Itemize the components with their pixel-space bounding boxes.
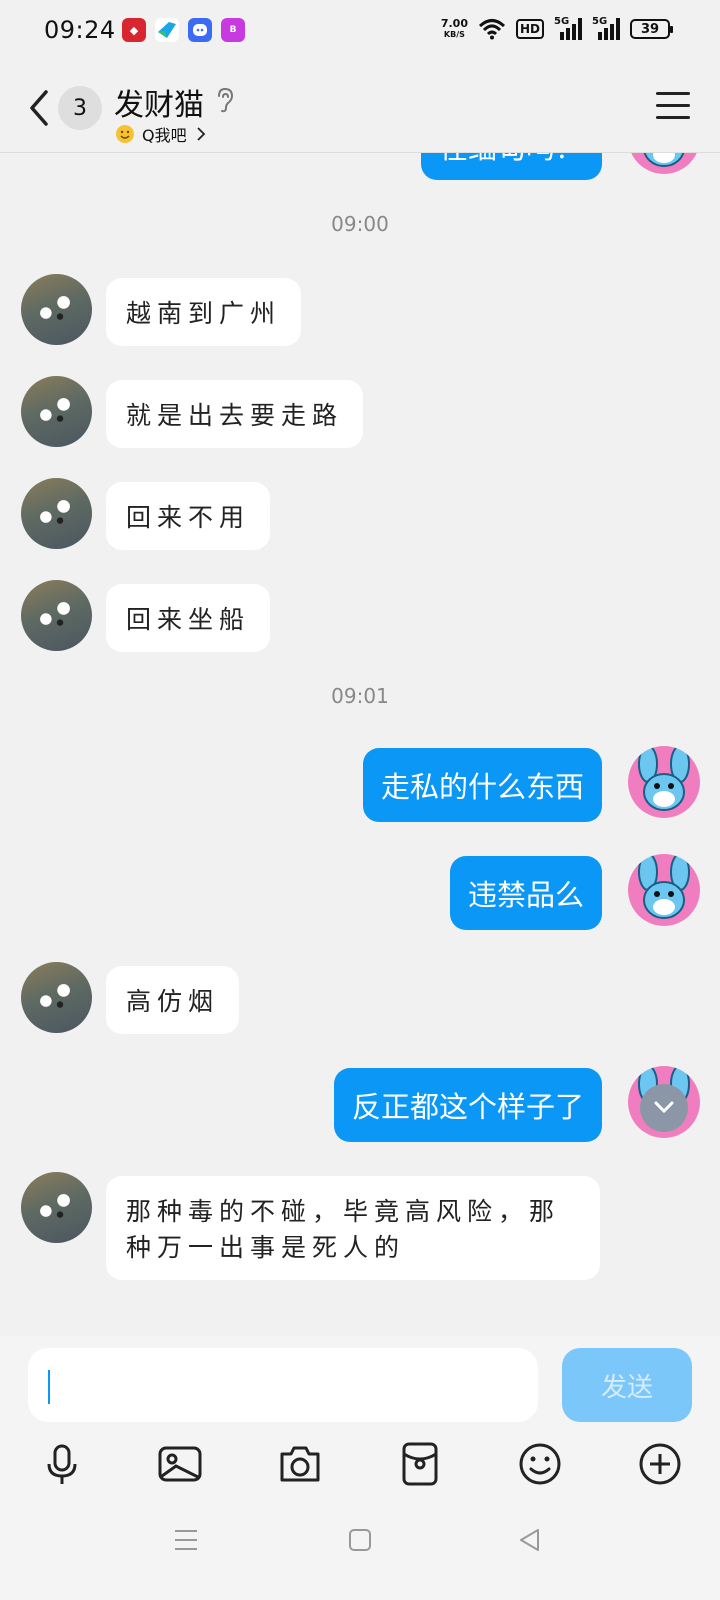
status-bar: 09:24 ◆ B 7.00 KB/S HD 5G 5G 39 bbox=[0, 0, 720, 64]
message-bubble-outgoing[interactable]: 违禁品么 bbox=[449, 856, 602, 930]
clock: 09:24 bbox=[44, 16, 116, 44]
sim2-label: 5G bbox=[592, 16, 608, 27]
avatar-contact[interactable] bbox=[21, 478, 92, 549]
message-bubble-incoming[interactable]: 那种毒的不碰，毕竟高风险，那种万一出事是死人的 bbox=[106, 1176, 600, 1280]
message-list[interactable]: 在缅甸吗？ 09:00 越南到广州 就是出去要走路 回来不用 回来坐船 09:0… bbox=[0, 152, 720, 1336]
message-text: 高仿烟 bbox=[126, 987, 220, 1016]
signal-icon-sim1: 5G bbox=[554, 16, 582, 40]
app-icon-red: ◆ bbox=[122, 18, 146, 42]
microphone-icon[interactable] bbox=[38, 1440, 86, 1488]
network-speed: 7.00 KB/S bbox=[441, 18, 468, 40]
unread-count-badge[interactable]: 3 bbox=[58, 86, 102, 130]
camera-icon[interactable] bbox=[276, 1440, 324, 1488]
app-icon-bank: B bbox=[221, 18, 245, 42]
chat-header: 3 发财猫 Q我吧 bbox=[0, 64, 720, 153]
message-bubble-incoming[interactable]: 就是出去要走路 bbox=[106, 380, 364, 448]
battery-indicator: 39 bbox=[630, 19, 673, 39]
message-text: 在缅甸吗？ bbox=[439, 152, 584, 167]
menu-icon[interactable] bbox=[656, 92, 690, 120]
wifi-icon bbox=[478, 19, 505, 40]
message-bubble-incoming[interactable]: 越南到广州 bbox=[106, 278, 302, 346]
image-icon[interactable] bbox=[156, 1440, 204, 1488]
back-arrow-icon[interactable] bbox=[24, 88, 54, 128]
message-text: 就是出去要走路 bbox=[126, 401, 344, 430]
avatar-contact[interactable] bbox=[21, 376, 92, 447]
notification-icons: ◆ B bbox=[122, 18, 245, 42]
message-bubble-outgoing[interactable]: 反正都这个样子了 bbox=[333, 1068, 602, 1142]
scroll-to-bottom-button[interactable] bbox=[640, 1084, 688, 1132]
plus-icon[interactable] bbox=[636, 1440, 684, 1488]
message-text: 越南到广州 bbox=[126, 299, 282, 328]
chevron-down-icon bbox=[654, 1101, 674, 1114]
message-text: 走私的什么东西 bbox=[380, 770, 584, 804]
message-bubble-outgoing[interactable]: 在缅甸吗？ bbox=[420, 152, 602, 180]
chevron-right-icon bbox=[196, 127, 205, 141]
contact-name[interactable]: 发财猫 bbox=[114, 80, 204, 124]
signal-icon-sim2: 5G bbox=[592, 16, 620, 40]
avatar-contact[interactable] bbox=[21, 1172, 92, 1243]
avatar-contact[interactable] bbox=[21, 962, 92, 1033]
message-bubble-incoming[interactable]: 回来坐船 bbox=[106, 584, 271, 652]
red-packet-icon[interactable] bbox=[396, 1440, 444, 1488]
avatar-self[interactable] bbox=[628, 152, 700, 174]
recent-apps-icon[interactable] bbox=[172, 1526, 200, 1554]
smile-icon bbox=[116, 125, 134, 143]
contact-status[interactable]: Q我吧 bbox=[116, 122, 207, 146]
network-speed-value: 7.00 bbox=[440, 17, 468, 30]
hd-badge: HD bbox=[515, 19, 544, 39]
avatar-self[interactable] bbox=[628, 746, 700, 818]
message-bubble-incoming[interactable]: 回来不用 bbox=[106, 482, 271, 550]
message-bubble-incoming[interactable]: 高仿烟 bbox=[106, 966, 240, 1034]
avatar-self[interactable] bbox=[628, 854, 700, 926]
home-icon[interactable] bbox=[346, 1526, 374, 1554]
message-text: 回来不用 bbox=[126, 503, 251, 532]
message-text: 反正都这个样子了 bbox=[351, 1090, 584, 1124]
text-caret bbox=[48, 1370, 50, 1404]
status-text: Q我吧 bbox=[142, 126, 187, 145]
message-text: 回来坐船 bbox=[126, 605, 251, 634]
message-input[interactable] bbox=[28, 1348, 538, 1422]
message-text: 违禁品么 bbox=[467, 878, 584, 912]
network-speed-unit: KB/S bbox=[443, 30, 465, 39]
timestamp: 09:01 bbox=[331, 684, 389, 708]
send-button[interactable]: 发送 bbox=[562, 1348, 692, 1422]
message-bubble-outgoing[interactable]: 走私的什么东西 bbox=[362, 748, 602, 822]
emoji-icon[interactable] bbox=[516, 1440, 564, 1488]
system-navigation-bar bbox=[0, 1496, 720, 1600]
avatar-contact[interactable] bbox=[21, 580, 92, 651]
app-icon-bird bbox=[155, 18, 179, 42]
back-nav-icon[interactable] bbox=[516, 1526, 544, 1554]
timestamp: 09:00 bbox=[331, 212, 389, 236]
app-icon-qq bbox=[188, 18, 212, 42]
sim1-label: 5G bbox=[554, 16, 570, 27]
input-toolbar bbox=[0, 1440, 720, 1496]
ear-icon[interactable] bbox=[214, 86, 236, 114]
message-text: 那种毒的不碰，毕竟高风险，那种万一出事是死人的 bbox=[126, 1197, 561, 1262]
avatar-contact[interactable] bbox=[21, 274, 92, 345]
